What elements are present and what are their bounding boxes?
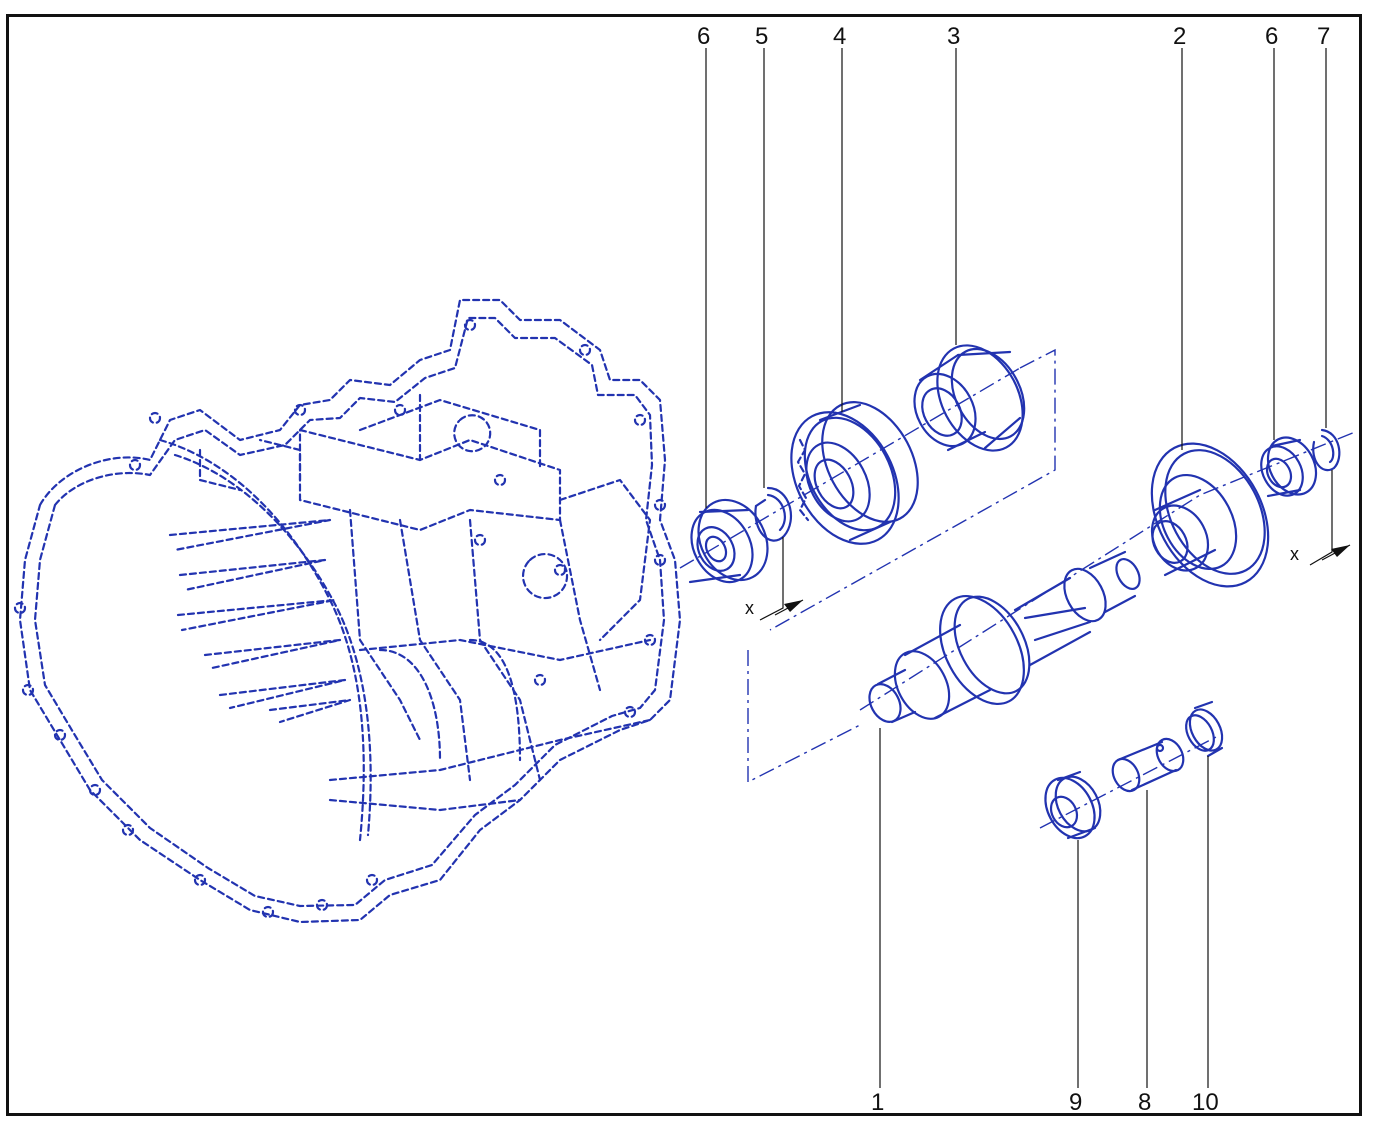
x-marker-left: x: [745, 537, 804, 621]
callout-1: 1: [871, 1089, 884, 1116]
callout-9: 9: [1069, 1089, 1082, 1116]
ring-10: [1185, 700, 1224, 758]
gear-4: [790, 401, 919, 545]
callout-5: 5: [755, 23, 768, 50]
callout-6-right: 6: [1265, 23, 1278, 50]
centre-lines: [679, 348, 1356, 829]
transmission-housing: [13, 298, 682, 924]
x-label-left: x: [745, 598, 754, 618]
gear-9: [1044, 770, 1102, 840]
callout-3: 3: [947, 23, 960, 50]
callout-2: 2: [1173, 23, 1186, 50]
bearing-right: [1260, 436, 1318, 498]
circlip-7: [1312, 428, 1341, 472]
callout-6-left: 6: [697, 23, 710, 50]
callout-8: 8: [1138, 1089, 1151, 1116]
callout-labels: 6 5 4 3 2 6 7 1 9 8 10: [697, 23, 1330, 1116]
callout-10: 10: [1192, 1089, 1219, 1116]
pin-8: [1111, 737, 1185, 793]
bearing-left: [688, 498, 769, 584]
x-label-right: x: [1290, 544, 1299, 564]
gear-3: [913, 344, 1026, 452]
main-shaft-1: [868, 550, 1141, 724]
circlip-5: [754, 486, 793, 542]
callout-4: 4: [833, 23, 846, 50]
callout-7: 7: [1317, 23, 1330, 50]
x-marker-right: x: [1290, 470, 1351, 566]
leader-lines: [705, 48, 1327, 1088]
exploded-gear-diagram: x x 6 5 4 3 2 6 7 1 9 8 10: [13, 23, 1356, 1116]
